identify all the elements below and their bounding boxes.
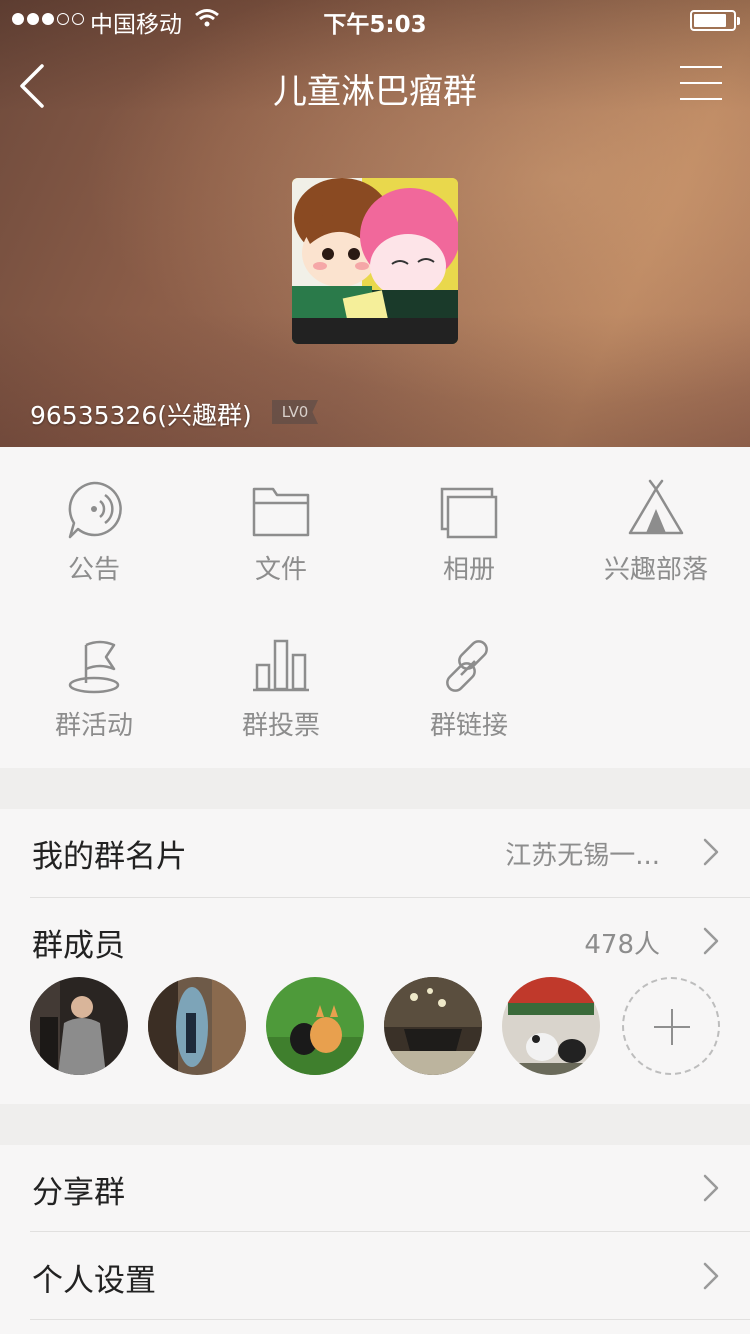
feature-label: 群投票 xyxy=(241,711,320,741)
feature-label: 群链接 xyxy=(429,711,508,741)
divider xyxy=(30,1319,750,1320)
chevron-right-icon xyxy=(703,1174,719,1202)
status-time: 下午5:03 xyxy=(323,12,427,38)
personal-settings-row[interactable]: 个人设置 xyxy=(0,1233,750,1321)
group-card-title: 我的群名片 xyxy=(32,839,187,875)
feature-vote[interactable]: 群投票 xyxy=(187,603,375,753)
add-member-button[interactable] xyxy=(622,977,720,1075)
album-icon xyxy=(440,487,498,539)
feature-link[interactable]: 群链接 xyxy=(375,603,563,753)
share-group-title: 分享群 xyxy=(32,1175,125,1211)
feature-label: 相册 xyxy=(442,555,495,585)
members-section: 我的群名片 江苏无锡一... 群成员 478人 xyxy=(0,809,750,1104)
feature-label: 群活动 xyxy=(54,711,133,741)
member-photo xyxy=(384,977,482,1075)
chevron-right-icon xyxy=(703,1262,719,1290)
page-title: 儿童淋巴瘤群 xyxy=(273,72,477,112)
folder-icon xyxy=(252,487,310,537)
battery-icon xyxy=(690,10,740,31)
member-avatar[interactable] xyxy=(148,977,246,1075)
feature-grid: 公告 文件 相册 兴趣部落 群活动 群投票 群链接 xyxy=(0,447,750,768)
bar-chart-icon xyxy=(253,639,309,692)
navigation-bar: 儿童淋巴瘤群 xyxy=(0,40,750,130)
feature-announcement[interactable]: 公告 xyxy=(0,447,188,597)
group-card-value: 江苏无锡一... xyxy=(505,841,660,871)
member-photo xyxy=(266,977,364,1075)
member-avatar[interactable] xyxy=(30,977,128,1075)
members-title: 群成员 xyxy=(32,928,125,964)
member-avatar-list xyxy=(0,977,750,1077)
status-bar: 中国移动 下午5:03 xyxy=(0,0,750,40)
member-photo xyxy=(30,977,128,1075)
feature-label: 公告 xyxy=(67,555,120,585)
group-card-row[interactable]: 我的群名片 江苏无锡一... xyxy=(0,809,750,897)
feature-label: 兴趣部落 xyxy=(603,555,708,585)
chevron-right-icon xyxy=(703,838,719,866)
level-badge: LV0 xyxy=(272,400,318,424)
feature-label: 文件 xyxy=(254,555,307,585)
member-photo xyxy=(148,977,246,1075)
feature-tribe[interactable]: 兴趣部落 xyxy=(562,447,750,597)
group-number-label: 96535326(兴趣群) xyxy=(30,401,252,430)
feature-activity[interactable]: 群活动 xyxy=(0,603,188,753)
feature-files[interactable]: 文件 xyxy=(187,447,375,597)
settings-section: 分享群 个人设置 xyxy=(0,1145,750,1334)
cartoon-couple-image xyxy=(292,178,458,344)
member-avatar[interactable] xyxy=(384,977,482,1075)
member-avatar[interactable] xyxy=(266,977,364,1075)
member-photo xyxy=(502,977,600,1075)
personal-settings-title: 个人设置 xyxy=(32,1263,156,1299)
group-avatar[interactable] xyxy=(292,178,458,344)
announcement-icon xyxy=(68,481,122,539)
share-group-row[interactable]: 分享群 xyxy=(0,1145,750,1233)
link-icon xyxy=(446,640,488,692)
menu-icon[interactable] xyxy=(680,66,724,102)
divider xyxy=(30,1231,750,1232)
tent-icon xyxy=(628,479,684,535)
member-count: 478人 xyxy=(584,930,660,960)
member-avatar[interactable] xyxy=(502,977,600,1075)
chevron-right-icon xyxy=(703,927,719,955)
members-row[interactable]: 群成员 478人 xyxy=(0,898,750,986)
flag-icon xyxy=(68,640,120,694)
feature-album[interactable]: 相册 xyxy=(375,447,563,597)
